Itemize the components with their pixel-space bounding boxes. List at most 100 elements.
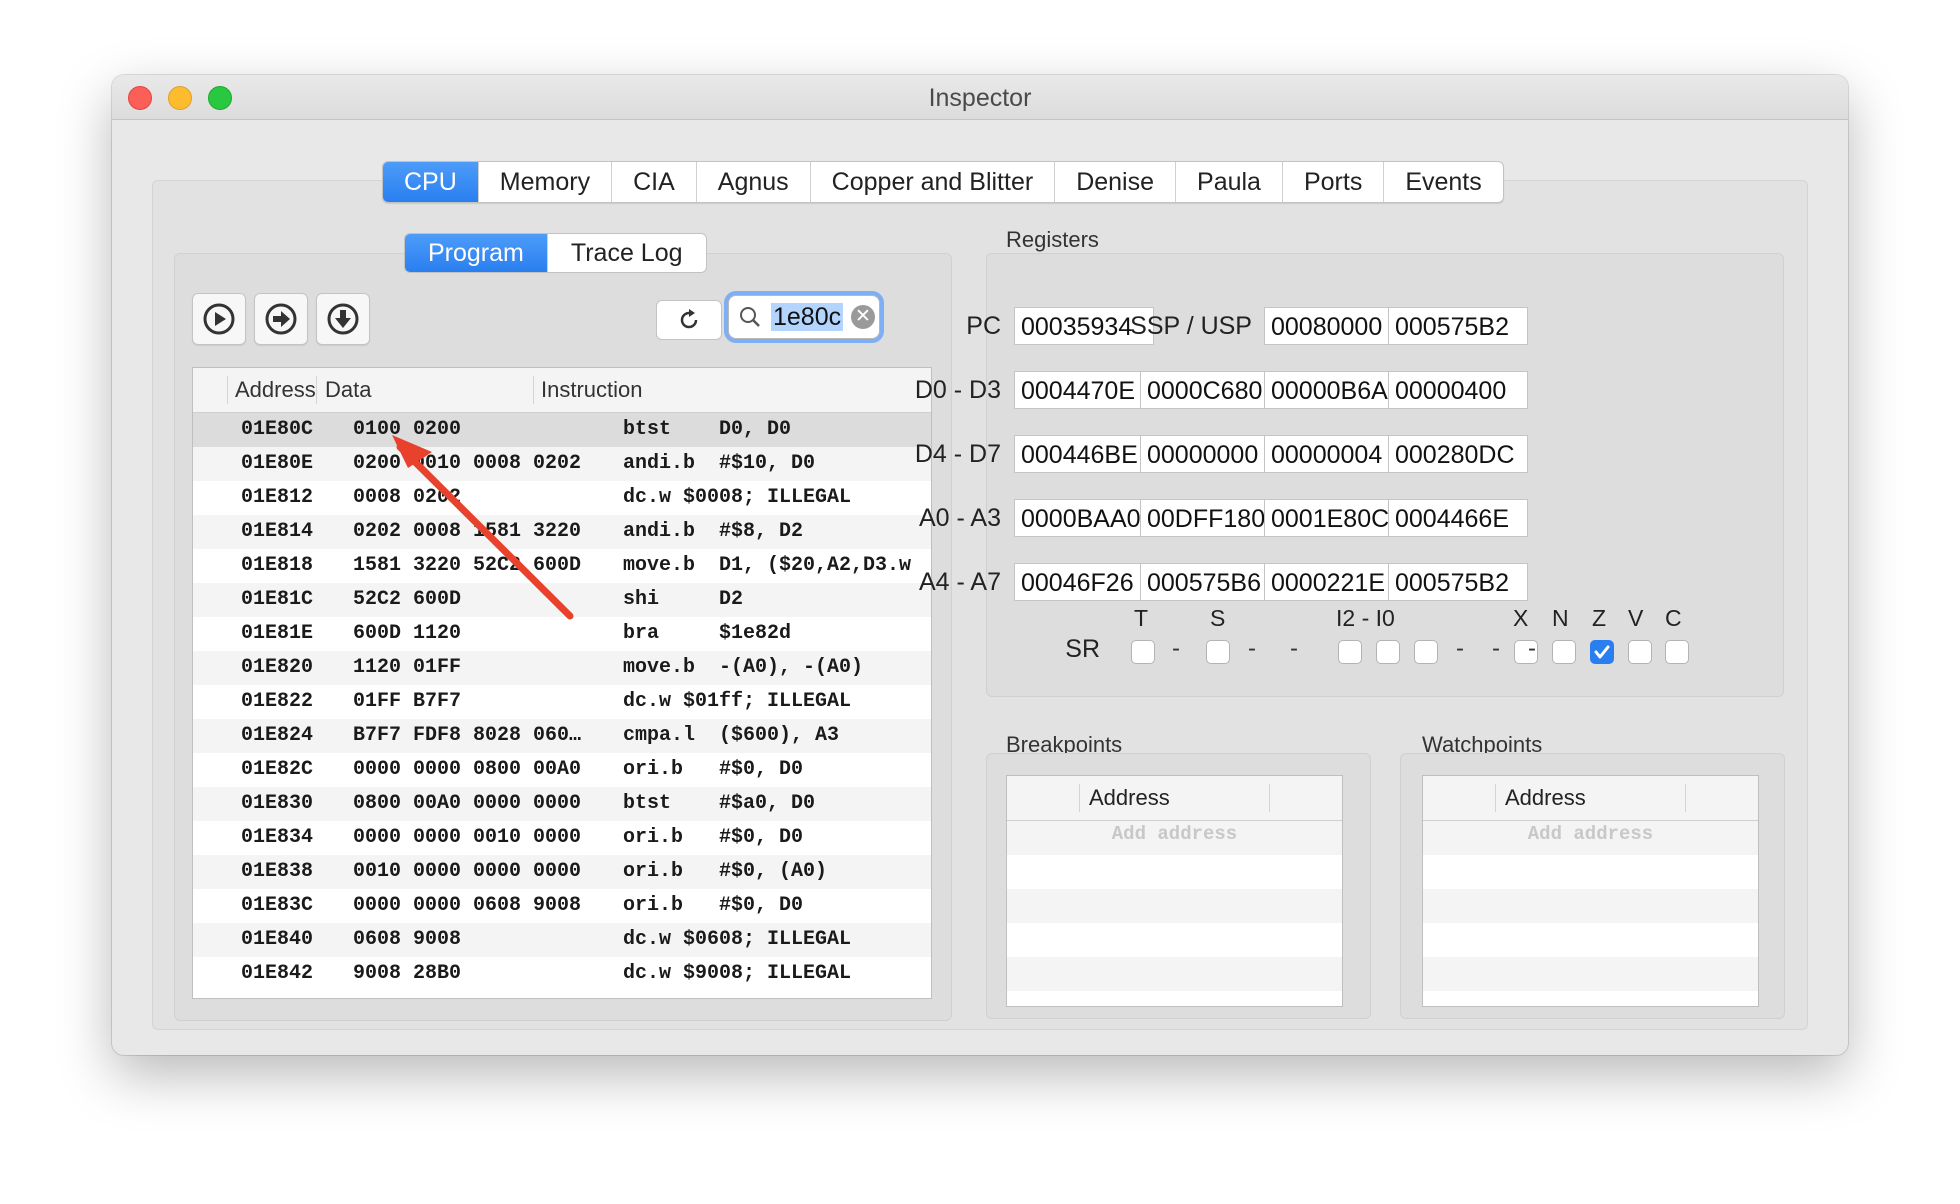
tab-memory[interactable]: Memory <box>479 162 613 202</box>
tab-cpu[interactable]: CPU <box>383 162 479 202</box>
sr-bit-v-checkbox[interactable] <box>1628 640 1652 664</box>
flag-header-x: X <box>1513 605 1529 631</box>
register-label: PC <box>966 312 1001 340</box>
program-row[interactable]: 01E82C 0000 0000 0800 00A0 ori.b #$0, D0 <box>193 753 931 787</box>
program-row[interactable]: 01E812 0008 0202 dc.w $0008; ILLEGAL <box>193 481 931 515</box>
watchpoints-add-address[interactable]: Add address <box>1423 823 1758 845</box>
register-value-field[interactable]: 00000B6A <box>1264 371 1404 409</box>
sr-bit-n-checkbox[interactable] <box>1552 640 1576 664</box>
search-input[interactable]: 1e80c <box>771 303 844 331</box>
step-into-icon <box>327 303 359 335</box>
register-value-field[interactable]: 00080000 <box>1264 307 1404 345</box>
column-header-instruction[interactable]: Instruction <box>541 377 643 403</box>
tab-copper-blitter[interactable]: Copper and Blitter <box>811 162 1056 202</box>
breakpoints-header: Address <box>1007 776 1342 821</box>
program-row[interactable]: 01E834 0000 0000 0010 0000 ori.b #$0, D0 <box>193 821 931 855</box>
program-row[interactable]: 01E824 B7F7 FDF8 8028 060… cmpa.l ($600), … <box>193 719 931 753</box>
register-value-field[interactable]: 0004470E <box>1014 371 1154 409</box>
data-cell: 1581 3220 52C2 600D <box>353 554 582 577</box>
program-row[interactable]: 01E814 0202 0008 1581 3220 andi.b #$8, D2 <box>193 515 931 549</box>
refresh-icon <box>680 309 698 329</box>
register-value-field[interactable]: 0000C680 <box>1140 371 1280 409</box>
instruction-cell: cmpa.l ($600), A3 <box>623 724 840 747</box>
tab-program[interactable]: Program <box>405 234 547 272</box>
program-row[interactable]: 01E830 0800 00A0 0000 0000 btst #$a0, D0 <box>193 787 931 821</box>
program-row[interactable]: 01E840 0608 9008 dc.w $0608; ILLEGAL <box>193 923 931 957</box>
program-row[interactable]: 01E838 0010 0000 0000 0000 ori.b #$0, (A0) <box>193 855 931 889</box>
flag-header-c: C <box>1665 605 1682 631</box>
instruction-cell: btst #$a0, D0 <box>623 792 816 815</box>
sr-unused-bit: - <box>1528 635 1536 662</box>
tab-paula[interactable]: Paula <box>1176 162 1283 202</box>
flag-header-interrupt: I2 - I0 <box>1336 605 1395 631</box>
data-cell: B7F7 FDF8 8028 060… <box>353 724 582 747</box>
program-row[interactable]: 01E81E 600D 1120 bra $1e82d <box>193 617 931 651</box>
program-row[interactable]: 01E81C 52C2 600D shi D2 <box>193 583 931 617</box>
register-value-field[interactable]: 000575B2 <box>1388 307 1528 345</box>
register-value-field[interactable]: 0004466E <box>1388 499 1528 537</box>
register-value-field[interactable]: 00000000 <box>1140 435 1280 473</box>
program-row[interactable]: 01E822 01FF B7F7 dc.w $01ff; ILLEGAL <box>193 685 931 719</box>
column-header-address[interactable]: Address <box>235 377 316 403</box>
sr-unused-bit: - <box>1456 635 1464 662</box>
register-label: D4 - D7 <box>914 440 1001 468</box>
window-title: Inspector <box>928 84 1032 112</box>
refresh-button[interactable] <box>656 300 722 340</box>
instruction-cell: ori.b #$0, D0 <box>623 826 804 849</box>
search-icon <box>740 307 760 327</box>
register-value-field[interactable]: 00DFF180 <box>1140 499 1280 537</box>
program-table[interactable]: Address Data Instruction 01E80C 0100 0200… <box>192 367 932 999</box>
tab-denise[interactable]: Denise <box>1055 162 1177 202</box>
program-row[interactable]: 01E80C 0100 0200 btst D0, D0 <box>193 413 931 447</box>
register-label: D0 - D3 <box>914 376 1001 404</box>
step-into-button[interactable] <box>316 293 370 345</box>
register-value-field[interactable]: 0000BAA0 <box>1014 499 1154 537</box>
sr-bit-c-checkbox[interactable] <box>1665 640 1689 664</box>
column-header-data[interactable]: Data <box>325 377 371 403</box>
step-over-button[interactable] <box>254 293 308 345</box>
tab-cia[interactable]: CIA <box>612 162 697 202</box>
register-value-field[interactable]: 0001E80C <box>1264 499 1404 537</box>
instruction-cell: move.b -(A0), -(A0) <box>623 656 864 679</box>
program-row[interactable]: 01E818 1581 3220 52C2 600D move.b D1, ($20… <box>193 549 931 583</box>
tab-events[interactable]: Events <box>1384 162 1502 202</box>
register-value-field[interactable]: 000575B6 <box>1140 563 1280 601</box>
data-cell: 0000 0000 0010 0000 <box>353 826 582 849</box>
breakpoints-column-address[interactable]: Address <box>1089 785 1170 811</box>
register-value-field[interactable]: 00000004 <box>1264 435 1404 473</box>
sr-bit-i1-checkbox[interactable] <box>1376 640 1400 664</box>
instruction-cell: dc.w $0608; ILLEGAL <box>623 928 852 951</box>
sr-unused-bit: - <box>1172 635 1180 662</box>
breakpoints-add-address[interactable]: Add address <box>1007 823 1342 845</box>
sr-bit-i2-checkbox[interactable] <box>1338 640 1362 664</box>
column-separator <box>1269 784 1270 812</box>
register-value-field[interactable]: 00000400 <box>1388 371 1528 409</box>
register-value-field[interactable]: 000280DC <box>1388 435 1528 473</box>
data-cell: 0000 0000 0608 9008 <box>353 894 582 917</box>
program-row[interactable]: 01E842 9008 28B0 dc.w $9008; ILLEGAL <box>193 957 931 991</box>
sr-bit-s-checkbox[interactable] <box>1206 640 1230 664</box>
sr-bit-z-checkbox[interactable] <box>1590 640 1614 664</box>
tab-trace-log[interactable]: Trace Log <box>546 234 706 272</box>
ssp-usp-label: SSP / USP <box>1130 312 1252 340</box>
search-field[interactable]: 1e80c ✕ <box>728 295 880 339</box>
program-row[interactable]: 01E83C 0000 0000 0608 9008 ori.b #$0, D0 <box>193 889 931 923</box>
checkmark-icon <box>1594 645 1610 659</box>
program-row[interactable]: 01E80E 0200 0010 0008 0202 andi.b #$10, D0 <box>193 447 931 481</box>
watchpoints-table[interactable]: Address Add address <box>1422 775 1759 1007</box>
clear-search-icon[interactable]: ✕ <box>851 305 875 329</box>
sr-bit-i0-checkbox[interactable] <box>1414 640 1438 664</box>
address-cell: 01E83C <box>241 894 314 917</box>
instruction-cell: andi.b #$8, D2 <box>623 520 804 543</box>
run-button[interactable] <box>192 293 246 345</box>
tab-agnus[interactable]: Agnus <box>697 162 811 202</box>
watchpoints-column-address[interactable]: Address <box>1505 785 1586 811</box>
register-value-field[interactable]: 000575B2 <box>1388 563 1528 601</box>
register-value-field[interactable]: 0000221E <box>1264 563 1404 601</box>
sr-bit-t-checkbox[interactable] <box>1131 640 1155 664</box>
tab-ports[interactable]: Ports <box>1283 162 1385 202</box>
register-value-field[interactable]: 00046F26 <box>1014 563 1154 601</box>
register-value-field[interactable]: 000446BE <box>1014 435 1154 473</box>
program-row[interactable]: 01E820 1120 01FF move.b -(A0), -(A0) <box>193 651 931 685</box>
breakpoints-table[interactable]: Address Add address <box>1006 775 1343 1007</box>
